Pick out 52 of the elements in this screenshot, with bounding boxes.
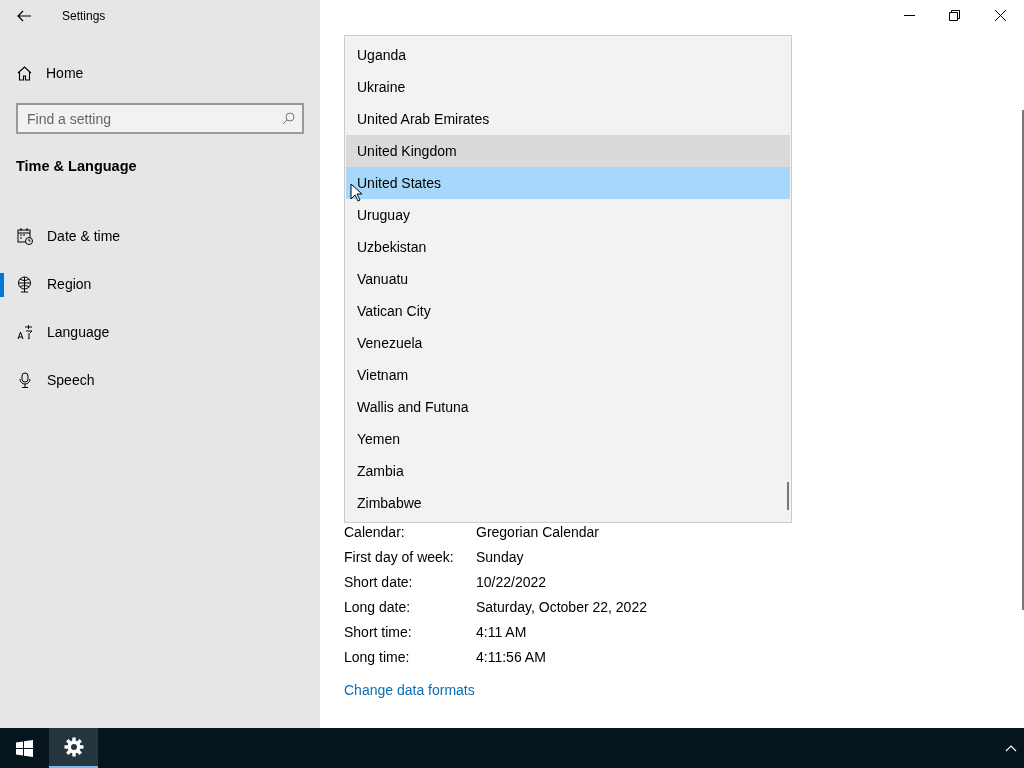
dropdown-option[interactable]: Uganda [346, 39, 790, 71]
format-value: Sunday [476, 548, 524, 567]
format-value: 4:11 AM [476, 623, 527, 642]
sidebar-item[interactable]: Region [0, 260, 320, 309]
format-value: 10/22/2022 [476, 573, 547, 592]
dropdown-option[interactable]: United Arab Emirates [346, 103, 790, 135]
format-label: Long date: [344, 598, 412, 617]
home-icon[interactable] [17, 65, 32, 81]
settings-taskbar-button[interactable] [49, 728, 98, 768]
format-value: 4:11:56 AM [476, 648, 546, 667]
dropdown-option[interactable]: Vietnam [346, 359, 790, 391]
page-scroll-bar[interactable] [1022, 110, 1024, 610]
dropdown-option[interactable]: Venezuela [346, 327, 790, 359]
sidebar-item[interactable]: Language [0, 308, 320, 357]
dropdown-option[interactable]: Vatican City [346, 295, 790, 327]
search-field[interactable]: Find a setting [16, 103, 304, 134]
restore-icon[interactable] [949, 10, 960, 21]
dropdown-option[interactable]: Yemen [346, 423, 790, 455]
format-value: Saturday, October 22, 2022 [476, 598, 647, 617]
dropdown-option[interactable]: United Kingdom [346, 135, 790, 167]
sidebar-item[interactable]: Date & time [0, 212, 320, 261]
dropdown-option[interactable]: Zambia [346, 455, 790, 487]
format-value: Gregorian Calendar [476, 523, 599, 542]
change-data-formats-link[interactable]: Change data formats [344, 680, 475, 701]
back-icon[interactable] [17, 10, 31, 22]
microphone-icon [17, 372, 33, 390]
globe-icon [17, 276, 33, 294]
dropdown-option[interactable]: Uzbekistan [346, 231, 790, 263]
format-label: Long time: [344, 648, 411, 667]
dropdown-option[interactable]: Vanuatu [346, 263, 790, 295]
search-icon[interactable] [282, 112, 295, 125]
dropdown-option[interactable]: Wallis and Futuna [346, 391, 790, 423]
chevron-up-icon[interactable] [1005, 744, 1017, 752]
country-dropdown-list[interactable]: Uganda Ukraine United Arab Emirates United Kingdom United States Uruguay Uzbekistan Vanuatu Vatican City Venezuela Vietnam Wallis and Futuna Yemen Zambia Zimbabwe [344, 35, 792, 523]
calendar-icon [17, 228, 33, 246]
dropdown-option[interactable]: United States [346, 167, 790, 199]
sidebar-item[interactable]: Speech [0, 356, 320, 405]
format-label: First day of week: [344, 548, 455, 567]
dropdown-option[interactable]: Zimbabwe [346, 487, 790, 519]
format-label: Calendar: [344, 523, 406, 542]
dropdown-option[interactable]: Uruguay [346, 199, 790, 231]
close-icon[interactable] [995, 10, 1006, 21]
dropdown-option[interactable]: Ukraine [346, 71, 790, 103]
section-heading: Time & Language [16, 157, 138, 176]
format-label: Short time: [344, 623, 413, 642]
home-link[interactable]: Home [46, 62, 84, 84]
gear-icon [63, 737, 84, 757]
window-title: Settings [62, 8, 106, 25]
windows-logo-icon [16, 739, 33, 757]
format-label: Short date: [344, 573, 414, 592]
scroll-bar[interactable] [787, 482, 789, 510]
language-icon [17, 324, 33, 342]
